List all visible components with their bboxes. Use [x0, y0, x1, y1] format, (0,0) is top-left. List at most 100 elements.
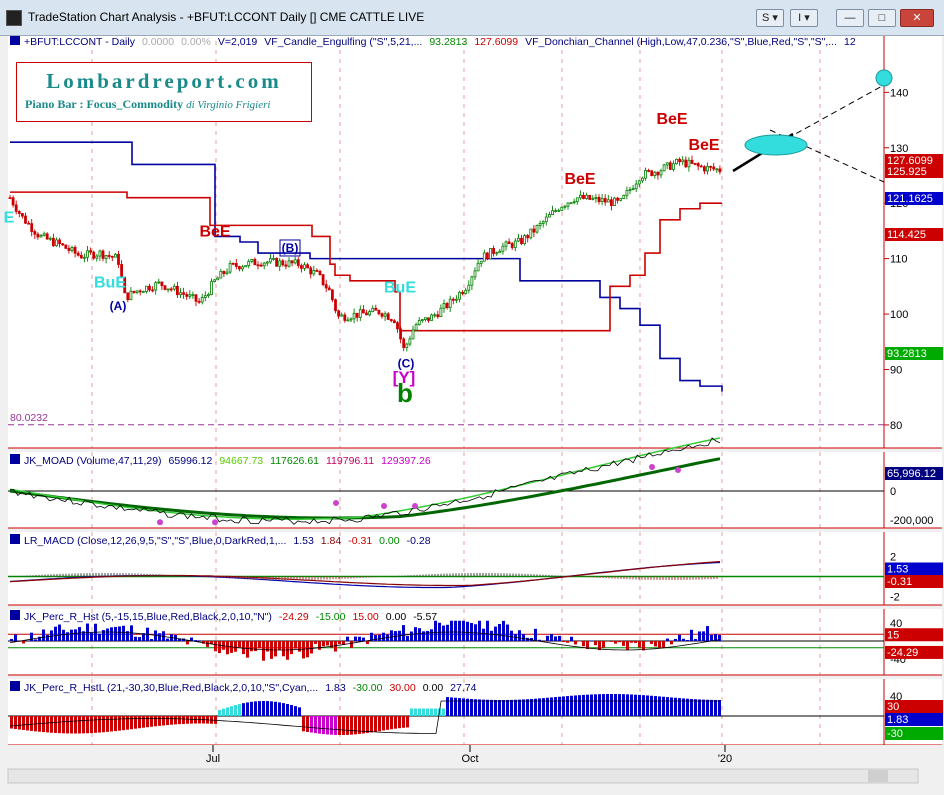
percrl-bar-145: [590, 694, 593, 716]
percr-bar-86: [354, 636, 357, 641]
candle-body-58: [188, 294, 192, 297]
candle-body-184: [579, 194, 582, 199]
pane-0-status-7: VF_Donchian_Channel (High,Low,47,0.236,"…: [525, 36, 837, 48]
pane-2-status-swatch: [10, 534, 20, 544]
percr-bar-84: [346, 636, 349, 641]
candle-body-191: [600, 198, 604, 203]
percr-bar-165: [670, 641, 673, 645]
percr-bar-98: [402, 625, 405, 641]
chart-canvas[interactable]: +BFUT:LCCONT - Daily 0.0000 0.00% V=2,019 VF…: [0, 36, 944, 795]
candle-body-28: [95, 255, 99, 259]
candle-body-172: [541, 221, 545, 224]
candle-body-139: [439, 307, 443, 318]
horizontal-scrollbar[interactable]: [7, 768, 919, 784]
percrl-bar-92: [378, 716, 381, 732]
candle-body-111: [352, 312, 356, 320]
candle-body-46: [151, 289, 155, 292]
percrl-bar-39: [166, 716, 169, 726]
minimize-button[interactable]: —: [836, 9, 864, 27]
percrl-bar-67: [278, 702, 281, 716]
window-titlebar: TradeStation Chart Analysis - +BFUT:LCCO…: [0, 0, 944, 36]
pane-0-status-4: VF_Candle_Engulfing ("S",5,21,...: [264, 36, 422, 48]
percr-bar-157: [638, 641, 641, 648]
percr-bar-127: [518, 630, 521, 641]
percrl-bar-174: [706, 699, 709, 716]
candle-body-130: [411, 329, 415, 340]
symbol-link-button[interactable]: S ▾: [756, 9, 784, 27]
percr-bar-119: [486, 620, 489, 641]
candle-body-117: [371, 307, 375, 312]
candle-body-151: [476, 262, 480, 272]
maximize-button[interactable]: □: [868, 9, 896, 27]
candle-body-206: [647, 170, 650, 172]
percrl-bar-23: [102, 716, 105, 733]
pane-1-status-swatch: [10, 454, 20, 464]
candle-body-85: [272, 257, 275, 260]
candle-body-182: [572, 201, 576, 204]
candle-body-150: [473, 270, 477, 278]
moad-dot-0: [157, 519, 163, 526]
percrl-bar-90: [370, 716, 373, 733]
percrl-bar-142: [578, 695, 581, 716]
percrl-bar-89: [366, 716, 369, 733]
percrl-bar-163: [662, 696, 665, 716]
candle-body-25: [86, 250, 89, 258]
percrl-bar-29: [126, 716, 129, 730]
candle-body-168: [529, 228, 533, 239]
percr-bar-113: [462, 620, 465, 641]
percr-bar-8: [42, 629, 45, 641]
percrl-bar-2: [18, 716, 21, 730]
candle-body-159: [501, 245, 505, 252]
candle-body-200: [628, 189, 632, 191]
percrl-bar-83: [342, 716, 345, 735]
candle-body-221: [693, 162, 697, 165]
percrl-bar-172: [698, 699, 701, 716]
pane-4-status-5: 27.74: [450, 682, 476, 694]
candle-body-205: [644, 170, 647, 179]
percr-bar-173: [702, 631, 705, 641]
indicator-link-button[interactable]: I ▾: [790, 9, 818, 27]
percrl-bar-33: [142, 716, 145, 728]
scrollbar-thumb[interactable]: [868, 770, 888, 782]
percr-bar-68: [282, 641, 285, 657]
pane-2-status-0: LR_MACD (Close,12,26,9,5,"S","S",Blue,0,…: [24, 535, 286, 547]
percrl-bar-1: [14, 716, 17, 729]
percrl-bar-119: [486, 699, 489, 716]
candle-body-75: [241, 266, 244, 270]
percr-bar-109: [446, 624, 449, 641]
candle-body-98: [312, 270, 316, 275]
percrl-bar-155: [630, 694, 633, 716]
percrl-bar-15: [70, 716, 73, 734]
percr-bar-161: [654, 641, 657, 647]
candle-body-228: [715, 168, 719, 171]
candle-body-31: [104, 255, 108, 259]
percr-bar-169: [686, 639, 689, 641]
candle-body-49: [160, 281, 164, 287]
percrl-bar-99: [406, 716, 409, 728]
percr-bar-139: [566, 641, 569, 643]
percr-bar-92: [378, 634, 381, 641]
candle-body-101: [321, 274, 325, 285]
candle-body-7: [30, 223, 34, 232]
percr-bar-167: [678, 634, 681, 641]
candle-body-188: [591, 198, 595, 200]
candle-body-61: [197, 300, 201, 303]
close-button[interactable]: ✕: [900, 9, 934, 27]
percrl-bar-102: [418, 708, 421, 716]
symbol-link-label: S: [762, 12, 770, 24]
candle-body-83: [265, 261, 269, 264]
percrl-bar-35: [150, 716, 153, 727]
percrl-bar-8: [42, 716, 45, 733]
candle-body-64: [206, 294, 210, 297]
percr-bar-106: [434, 620, 437, 641]
percr-bar-3: [22, 641, 25, 644]
percr-bar-63: [262, 641, 265, 661]
candle-body-54: [175, 285, 179, 296]
pane-3-status-1: -24.29: [279, 611, 309, 623]
moad-dot-6: [675, 467, 681, 473]
candle-body-229: [718, 168, 722, 173]
candle-body-134: [423, 317, 427, 320]
candle-body-207: [650, 170, 654, 176]
candle-body-120: [380, 313, 384, 317]
candle-body-2: [14, 204, 18, 212]
